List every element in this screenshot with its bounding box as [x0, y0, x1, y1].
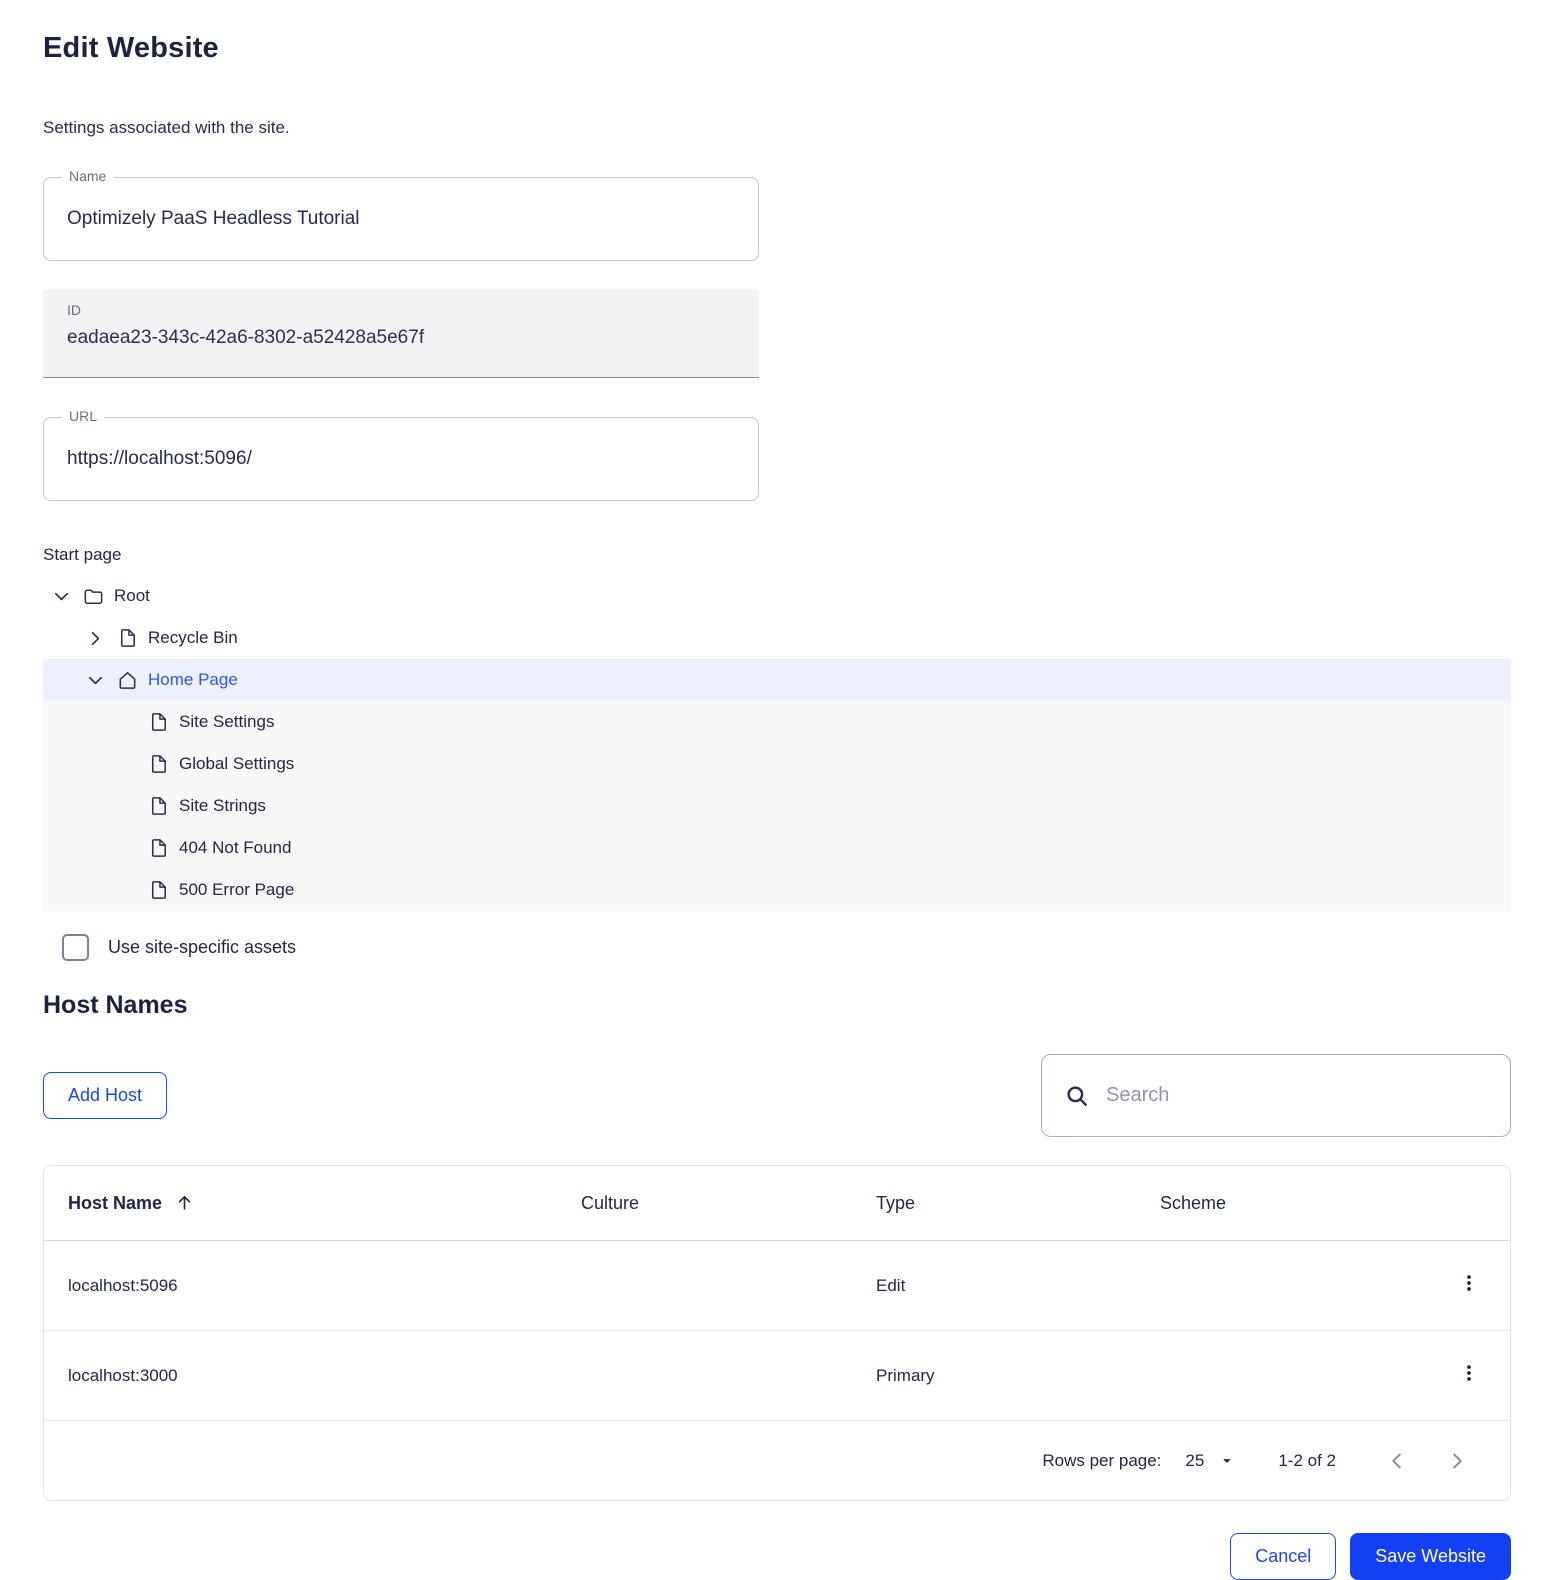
chevron-down-icon[interactable]	[84, 669, 107, 692]
chevron-right-icon[interactable]	[84, 627, 107, 650]
url-field: URL	[43, 417, 759, 501]
column-header-type[interactable]: Type	[852, 1166, 1136, 1241]
host-name-cell: localhost:3000	[44, 1331, 557, 1421]
sort-ascending-icon	[175, 1193, 194, 1212]
start-page-tree: Root Recycle Bin Home Page	[43, 575, 1511, 911]
url-input[interactable]	[44, 418, 758, 500]
tree-item-label: Home Page	[148, 670, 238, 690]
tree-item-global-settings[interactable]: Global Settings	[43, 743, 1511, 785]
tree-item-label: Root	[114, 586, 150, 606]
form-actions: Cancel Save Website	[43, 1533, 1511, 1580]
culture-cell	[557, 1241, 852, 1331]
rows-per-page-value: 25	[1185, 1451, 1204, 1471]
name-field: Name	[43, 177, 759, 261]
table-header-row: Host Name Culture Type Scheme	[44, 1166, 1510, 1241]
table-row: localhost:3000 Primary	[44, 1331, 1510, 1421]
row-actions-kebab-icon[interactable]	[1458, 1272, 1480, 1294]
column-header-culture[interactable]: Culture	[557, 1166, 852, 1241]
type-cell: Primary	[852, 1331, 1136, 1421]
page-subtitle: Settings associated with the site.	[43, 118, 1511, 138]
document-icon	[147, 711, 170, 734]
tree-item-root[interactable]: Root	[43, 575, 1511, 617]
document-icon	[147, 795, 170, 818]
rows-per-page-select[interactable]: 25	[1185, 1451, 1236, 1471]
document-icon	[147, 753, 170, 776]
name-input[interactable]	[44, 178, 758, 260]
document-icon	[116, 627, 139, 650]
id-input	[67, 327, 735, 349]
url-field-label: URL	[62, 408, 104, 424]
tree-children-group: Site Settings Global Settings Site Strin…	[43, 701, 1511, 911]
scheme-cell	[1136, 1331, 1434, 1421]
dropdown-arrow-icon	[1218, 1452, 1236, 1470]
table-pagination: Rows per page: 25 1-2 of 2	[44, 1421, 1510, 1500]
culture-cell	[557, 1331, 852, 1421]
edit-website-form: Edit Website Settings associated with th…	[43, 0, 1511, 1580]
host-name-cell: localhost:5096	[44, 1241, 557, 1331]
column-header-host-name[interactable]: Host Name	[44, 1166, 557, 1241]
column-header-actions	[1434, 1166, 1510, 1241]
host-names-toolbar: Add Host	[43, 1054, 1511, 1137]
host-search-input[interactable]	[1106, 1084, 1488, 1107]
tree-item-site-settings[interactable]: Site Settings	[43, 701, 1511, 743]
host-search-box	[1041, 1054, 1511, 1137]
folder-icon	[82, 585, 105, 608]
row-actions-kebab-icon[interactable]	[1458, 1362, 1480, 1384]
start-page-label: Start page	[43, 545, 1511, 565]
page-title: Edit Website	[43, 0, 1511, 65]
tree-item-site-strings[interactable]: Site Strings	[43, 785, 1511, 827]
tree-item-home-page[interactable]: Home Page	[43, 659, 1511, 701]
site-assets-checkbox[interactable]	[62, 934, 89, 961]
host-names-table: Host Name Culture Type Scheme localhost:…	[43, 1165, 1511, 1501]
search-icon	[1064, 1083, 1090, 1109]
id-field-label: ID	[67, 302, 735, 318]
chevron-down-icon[interactable]	[50, 585, 73, 608]
tree-item-label: Site Strings	[179, 796, 266, 816]
type-cell: Edit	[852, 1241, 1136, 1331]
host-names-heading: Host Names	[43, 991, 1511, 1020]
column-header-label: Host Name	[68, 1193, 162, 1213]
tree-item-404-not-found[interactable]: 404 Not Found	[43, 827, 1511, 869]
site-assets-checkbox-row: Use site-specific assets	[43, 934, 1511, 961]
tree-item-label: 404 Not Found	[179, 838, 291, 858]
site-assets-checkbox-label: Use site-specific assets	[108, 937, 296, 958]
id-field: ID	[43, 289, 759, 378]
rows-per-page-label: Rows per page:	[1042, 1451, 1161, 1471]
table-row: localhost:5096 Edit	[44, 1241, 1510, 1331]
scheme-cell	[1136, 1241, 1434, 1331]
home-icon	[116, 669, 139, 692]
tree-item-500-error-page[interactable]: 500 Error Page	[43, 869, 1511, 911]
name-field-label: Name	[62, 168, 113, 184]
previous-page-icon[interactable]	[1386, 1450, 1408, 1472]
document-icon	[147, 837, 170, 860]
save-website-button[interactable]: Save Website	[1350, 1533, 1511, 1580]
tree-item-label: Recycle Bin	[148, 628, 238, 648]
document-icon	[147, 879, 170, 902]
add-host-button[interactable]: Add Host	[43, 1072, 167, 1119]
tree-item-label: Site Settings	[179, 712, 274, 732]
tree-item-recycle-bin[interactable]: Recycle Bin	[43, 617, 1511, 659]
tree-item-label: 500 Error Page	[179, 880, 294, 900]
tree-item-label: Global Settings	[179, 754, 294, 774]
pagination-range-label: 1-2 of 2	[1278, 1451, 1336, 1471]
column-header-scheme[interactable]: Scheme	[1136, 1166, 1434, 1241]
next-page-icon[interactable]	[1446, 1450, 1468, 1472]
cancel-button[interactable]: Cancel	[1230, 1533, 1336, 1580]
